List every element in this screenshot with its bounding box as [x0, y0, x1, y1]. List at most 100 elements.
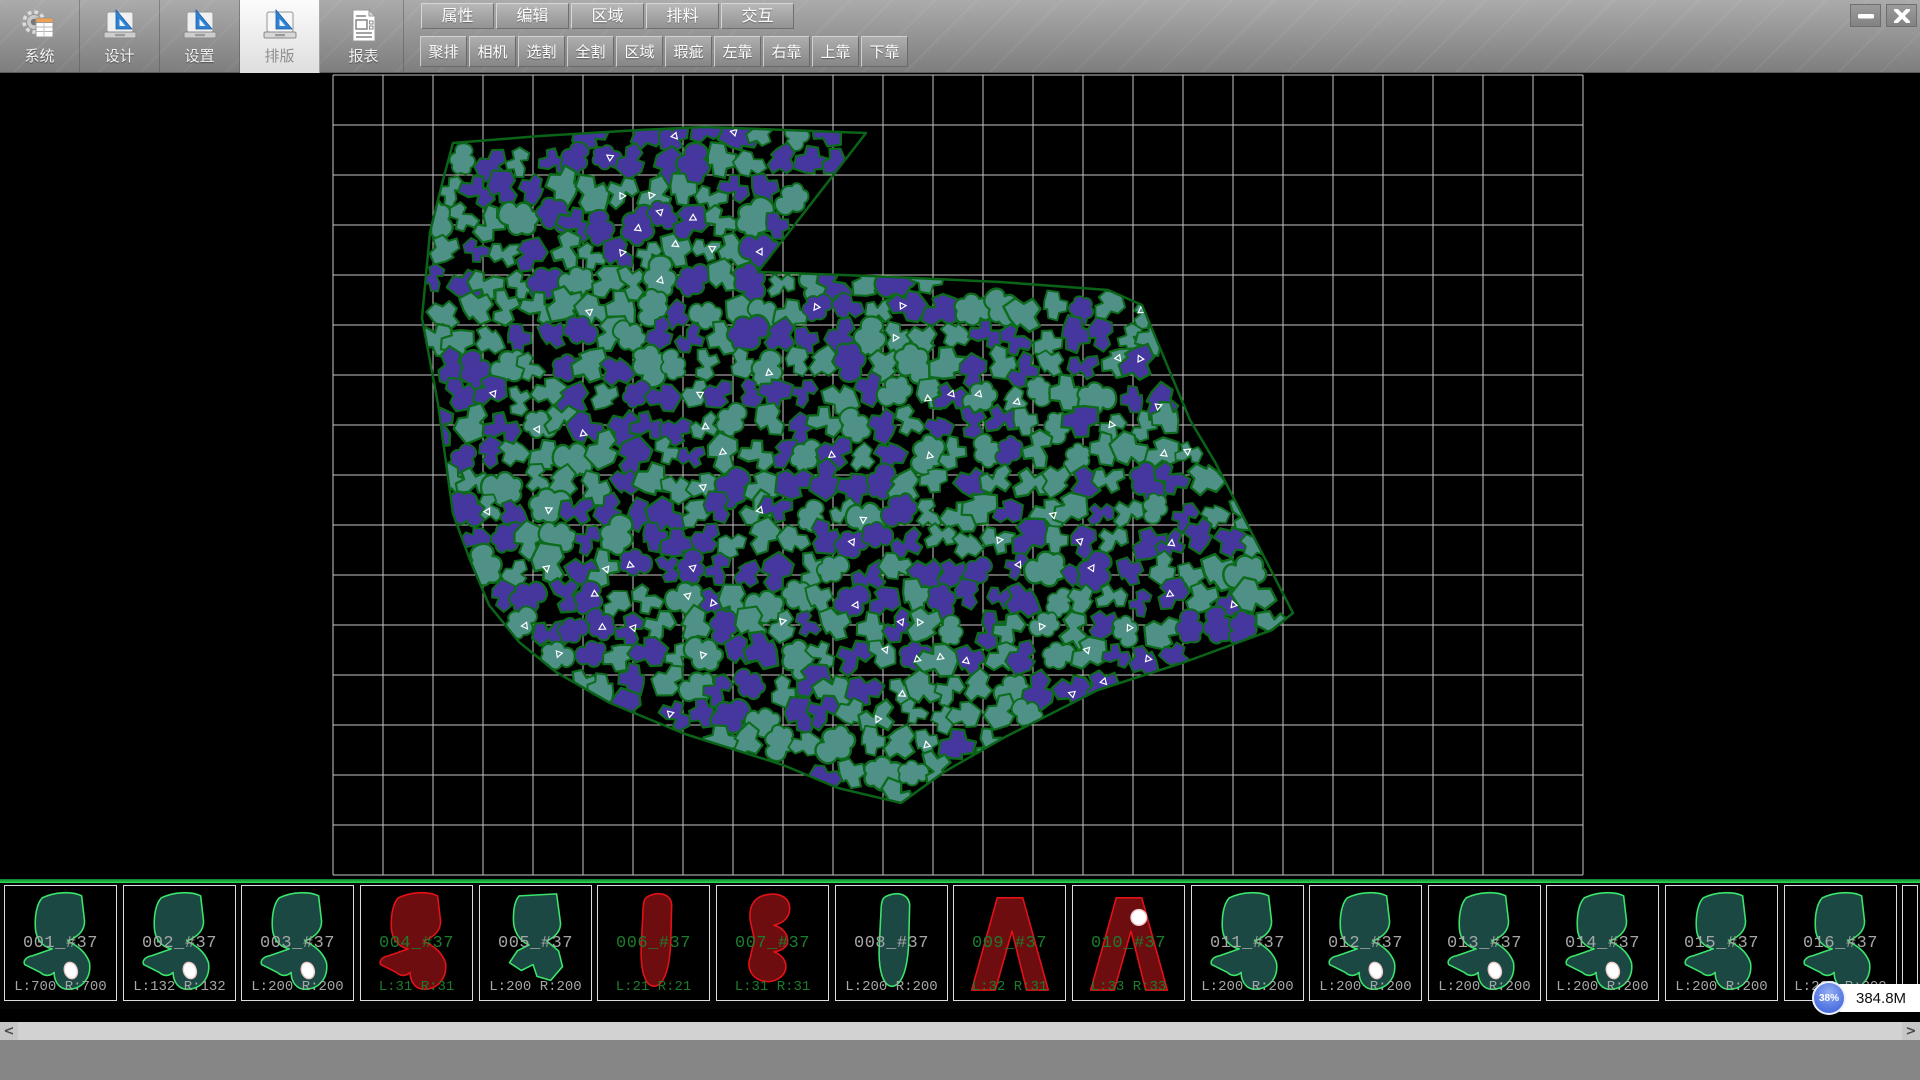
settings-button[interactable]: 设置 [160, 0, 240, 73]
piece-name: 006_#37 [598, 934, 709, 953]
nesting-canvas[interactable] [0, 73, 1920, 879]
tray-piece-cell-9[interactable]: 009_#37 L:32 R:31 [953, 885, 1066, 1001]
piece-name: 014_#37 [1547, 934, 1658, 953]
action-button-4[interactable]: 区域 [616, 36, 663, 67]
tray-piece-cell-7[interactable]: 007_#37 L:31 R:31 [716, 885, 829, 1001]
horizontal-scrollbar[interactable]: < > [0, 1022, 1920, 1040]
piece-name: 013_#37 [1429, 934, 1540, 953]
piece-lr-info: L:700 R:700 [5, 979, 116, 995]
piece-name: 015_#37 [1666, 934, 1777, 953]
action-button-6[interactable]: 左靠 [714, 36, 761, 67]
piece-name: 011_#37 [1192, 934, 1303, 953]
menu-tab-0[interactable]: 属性 [421, 3, 494, 29]
piece-name: 002_#37 [124, 934, 235, 953]
main-button-group: 系统 设计 [0, 0, 404, 73]
action-button-5[interactable]: 瑕疵 [665, 36, 712, 67]
nesting-laptop-ruler-icon [260, 8, 300, 44]
piece-lr-info: L:200 R:200 [836, 979, 947, 995]
tray-piece-cell-1[interactable]: 001_#37 L:700 R:700 [4, 885, 117, 1001]
piece-lr-info: L:132 R:132 [124, 979, 235, 995]
tray-piece-cell-10[interactable]: 010_#37 L:33 R:33 [1072, 885, 1185, 1001]
tray-piece-cell-15[interactable]: 015_#37 L:200 R:200 [1665, 885, 1778, 1001]
nesting-button-label: 排版 [264, 45, 294, 66]
action-button-0[interactable]: 聚排 [420, 36, 467, 67]
piece-name: 007_#37 [717, 934, 828, 953]
memory-value: 384.8M [1856, 990, 1906, 1007]
scroll-left-icon: < [4, 1024, 15, 1039]
action-button-9[interactable]: 下靠 [861, 36, 908, 67]
tray-piece-cell-5[interactable]: 005_#37 L:200 R:200 [479, 885, 592, 1001]
menu-tab-1[interactable]: 编辑 [496, 3, 569, 29]
action-button-2[interactable]: 选割 [518, 36, 565, 67]
action-button-3[interactable]: 全割 [567, 36, 614, 67]
close-button[interactable] [1886, 4, 1917, 27]
action-button-7[interactable]: 右靠 [763, 36, 810, 67]
minimize-icon [1857, 9, 1875, 23]
progress-circle: 38% [1812, 981, 1846, 1015]
menu-tab-bar: 属性编辑区域排料交互 [421, 3, 794, 29]
piece-lr-info: L:200 R:200 [1310, 979, 1421, 995]
piece-lr-info: L:21 R:21 [598, 979, 709, 995]
scroll-right-icon: > [1906, 1024, 1917, 1039]
piece-name: 008_#37 [836, 934, 947, 953]
tray-piece-cell-13[interactable]: 013_#37 L:200 R:200 [1428, 885, 1541, 1001]
menu-tab-3[interactable]: 排料 [646, 3, 719, 29]
menu-tab-2[interactable]: 区域 [571, 3, 644, 29]
piece-name: 003_#37 [242, 934, 353, 953]
report-button-label: 报表 [348, 45, 378, 66]
close-icon [1894, 9, 1910, 23]
piece-name: 010_#37 [1073, 934, 1184, 953]
tray-piece-cell-2[interactable]: 002_#37 L:132 R:132 [123, 885, 236, 1001]
piece-name: 001_#37 [5, 934, 116, 953]
action-button-8[interactable]: 上靠 [812, 36, 859, 67]
piece-lr-info: L:32 R:31 [954, 979, 1065, 995]
piece-lr-info: L:200 R:200 [242, 979, 353, 995]
tray-piece-cell-12[interactable]: 012_#37 L:200 R:200 [1309, 885, 1422, 1001]
window-controls [1850, 4, 1917, 27]
piece-lr-info: L:200 R:200 [480, 979, 591, 995]
design-laptop-ruler-icon [100, 8, 140, 44]
piece-lr-info: L:200 R:200 [1429, 979, 1540, 995]
piece-name: 004_#37 [361, 934, 472, 953]
toolbar: 系统 设计 [0, 0, 1920, 73]
nesting-canvas-area [0, 73, 1920, 879]
piece-lr-info: L:31 R:31 [361, 979, 472, 995]
nesting-button[interactable]: 排版 [240, 0, 320, 73]
menu-tab-4[interactable]: 交互 [721, 3, 794, 29]
piece-lr-info: L:200 R:200 [1547, 979, 1658, 995]
nested-pieces [412, 109, 1294, 821]
piece-lr-info: L:200 R:200 [1192, 979, 1303, 995]
design-button[interactable]: 设计 [80, 0, 160, 73]
tray-piece-cell-8[interactable]: 008_#37 L:200 R:200 [835, 885, 948, 1001]
piece-lr-info: L:31 R:31 [717, 979, 828, 995]
settings-laptop-ruler-icon [180, 8, 220, 44]
progress-percent: 38% [1819, 993, 1839, 1004]
tray-piece-cell-4[interactable]: 004_#37 L:31 R:31 [360, 885, 473, 1001]
scroll-left-button[interactable]: < [0, 1022, 18, 1040]
system-gear-icon [20, 8, 60, 44]
report-document-icon [344, 8, 384, 44]
piece-lr-info: L:200 R:200 [1666, 979, 1777, 995]
tray-piece-cell-14[interactable]: 014_#37 L:200 R:200 [1546, 885, 1659, 1001]
action-button-bar: 聚排相机选割全割区域瑕疵左靠右靠上靠下靠 [420, 36, 908, 67]
minimize-button[interactable] [1850, 4, 1881, 27]
piece-name: 009_#37 [954, 934, 1065, 953]
tray-piece-cell-11[interactable]: 011_#37 L:200 R:200 [1191, 885, 1304, 1001]
action-button-1[interactable]: 相机 [469, 36, 516, 67]
report-button[interactable]: 报表 [324, 0, 404, 73]
pieces-tray: 001_#37 L:700 R:700 002_#37 L:132 R:132 003_… [0, 883, 1920, 1009]
tray-piece-cell-6[interactable]: 006_#37 L:21 R:21 [597, 885, 710, 1001]
status-bar [0, 1040, 1920, 1080]
piece-name: 016_#37 [1785, 934, 1896, 953]
piece-name: 005_#37 [480, 934, 591, 953]
settings-button-label: 设置 [184, 45, 214, 66]
system-button-label: 系统 [24, 45, 54, 66]
system-button[interactable]: 系统 [0, 0, 80, 73]
design-button-label: 设计 [104, 45, 134, 66]
tray-piece-cell-3[interactable]: 003_#37 L:200 R:200 [241, 885, 354, 1001]
scroll-right-button[interactable]: > [1902, 1022, 1920, 1040]
status-badge: 384.8M 38% [1812, 981, 1920, 1015]
application-window: 系统 设计 [0, 0, 1920, 1080]
piece-lr-info: L:33 R:33 [1073, 979, 1184, 995]
piece-name: 012_#37 [1310, 934, 1421, 953]
